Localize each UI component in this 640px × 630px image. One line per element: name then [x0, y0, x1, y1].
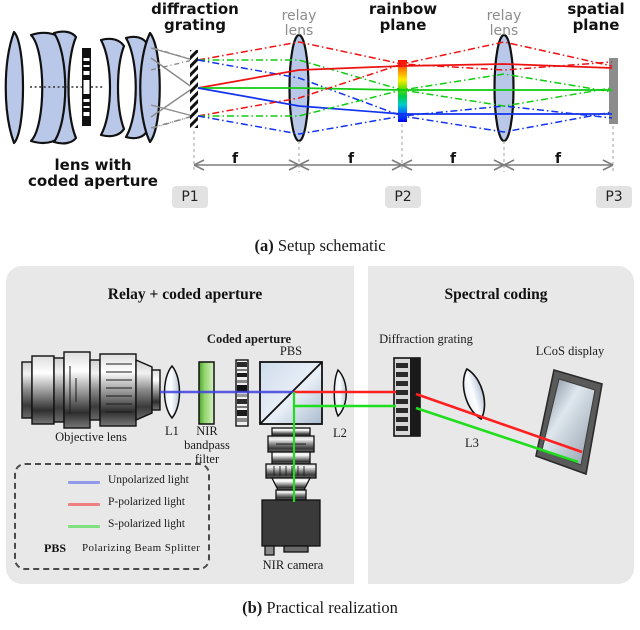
legend-row-unpolarized: Unpolarized light: [24, 473, 202, 492]
legend-abbr-pbs: PBS: [44, 541, 67, 555]
legend-swatch-s-polarized: [68, 525, 100, 528]
label-pbs: PBS: [279, 344, 303, 358]
label-relay-lens-2: relay lens: [486, 8, 522, 39]
legend-row-pbs-abbr: PBS Polarizing Beam Splitter: [24, 540, 202, 559]
nir-camera-body: [261, 427, 321, 556]
panel-a-setup-schematic: diffraction grating relay lens rainbow p…: [0, 0, 640, 225]
caption-b-text: Practical realization: [266, 598, 398, 617]
label-spatial-plane: spatial plane: [567, 0, 625, 34]
legend-label-p-polarized: P-polarized light: [108, 496, 185, 508]
label-rainbow-plane: rainbow plane: [368, 0, 438, 34]
diffraction-grating-a: [190, 50, 198, 128]
distance-label-f-4: f: [554, 151, 562, 167]
label-l3: L3: [465, 436, 479, 450]
plane-tag-p3: P3: [596, 186, 632, 208]
distance-label-f-1: f: [231, 151, 239, 167]
caption-a-label: (a): [254, 236, 274, 255]
figure-root: diffraction grating relay lens rainbow p…: [0, 0, 640, 630]
label-l2: L2: [333, 426, 347, 440]
objective-lens-body: [21, 351, 161, 429]
coded-aperture-mask-a: [82, 48, 91, 126]
label-diffraction-grating-b: Diffraction grating: [379, 332, 473, 346]
caption-b-label: (b): [242, 598, 263, 617]
caption-panel-a: (a) Setup schematic: [0, 236, 640, 256]
label-diffraction-grating: diffraction grating: [151, 0, 239, 34]
relay-lens-2: [493, 33, 515, 143]
label-lens-with-coded-aperture: lens with coded aperture: [28, 156, 158, 190]
legend-swatch-p-polarized: [68, 503, 100, 506]
plane-tag-p2: P2: [385, 186, 421, 208]
legend-swatch-unpolarized: [68, 481, 100, 484]
label-relay-lens-1: relay lens: [281, 8, 317, 39]
lens-group-right: [99, 31, 161, 144]
legend-row-p-polarized: P-polarized light: [24, 495, 202, 514]
legend-label-s-polarized: S-polarized light: [108, 518, 185, 530]
legend-row-s-polarized: S-polarized light: [24, 517, 202, 536]
legend-abbr-expansion: Polarizing Beam Splitter: [82, 542, 201, 554]
caption-panel-b: (b) Practical realization: [0, 598, 640, 618]
plane-tag-p1: P1: [172, 186, 208, 208]
distance-label-f-3: f: [449, 151, 457, 167]
label-nir-camera: NIR camera: [262, 558, 324, 572]
distance-label-f-2: f: [347, 151, 355, 167]
legend-box: Unpolarized light P-polarized light S-po…: [14, 463, 210, 570]
label-nir-bandpass-filter: NIR bandpass filter: [184, 424, 230, 466]
label-lcos-display: LCoS display: [535, 344, 605, 358]
diffraction-grating-b: [393, 357, 421, 437]
caption-a-text: Setup schematic: [277, 236, 386, 255]
legend-label-unpolarized: Unpolarized light: [108, 474, 189, 486]
label-objective-lens: Objective lens: [55, 430, 127, 444]
